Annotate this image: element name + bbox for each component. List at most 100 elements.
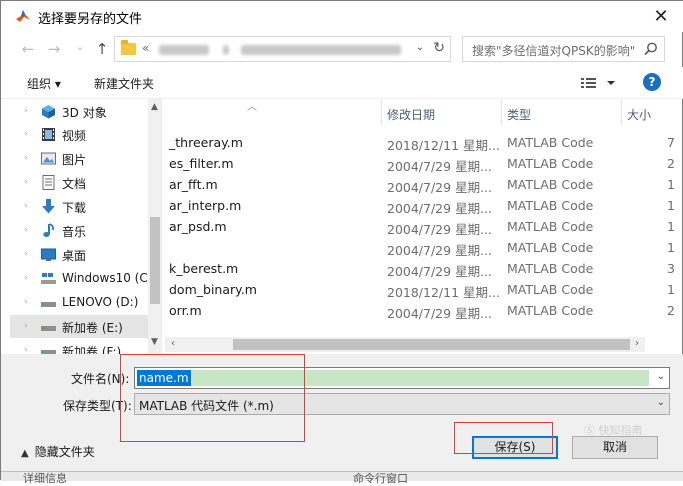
up-arrow-icon[interactable]: ↑ [93,40,111,58]
file-size: 1 [667,177,675,192]
file-row[interactable]: orr.m 2004/7/29 星期... MATLAB Code 2 [165,300,680,321]
file-row[interactable]: ar_psd.m 2004/7/29 星期... MATLAB Code 1 [165,216,680,237]
scroll-left-arrow-icon[interactable]: ‹ [171,338,175,349]
chevron-down-icon[interactable]: ⌄ [657,397,665,408]
pictures-icon [41,152,56,165]
hide-folders-label: 隐藏文件夹 [34,445,95,459]
chevron-down-icon[interactable]: ⌄ [657,371,665,382]
column-header-type[interactable]: 类型 [507,106,531,123]
view-options-icon[interactable] [581,75,617,91]
sidebar-item-drive-c[interactable]: › Windows10 (C: [10,267,152,290]
file-list-horizontal-scrollbar[interactable]: ‹ › [165,337,645,352]
sidebar-item-pictures[interactable]: › 图片 [10,147,148,170]
annotation-box [454,422,553,454]
file-row[interactable]: ar_interp.m 2004/7/29 星期... MATLAB Code … [165,195,680,216]
expand-chevron-icon[interactable]: › [24,249,28,259]
file-row[interactable]: k_berest.m 2004/7/29 星期... MATLAB Code 3 [165,258,680,279]
chevron-up-icon: ▲ [21,448,29,459]
sidebar-item-music[interactable]: › 音乐 [10,219,148,242]
new-folder-button[interactable]: 新建文件夹 [94,75,154,92]
watermark: Ⓢ 快知指南 [584,424,643,437]
file-row[interactable]: dom_binary.m 2018/12/11 星期... MATLAB Cod… [165,279,680,300]
sidebar-item-documents[interactable]: › 文档 [10,171,148,194]
column-header-size[interactable]: 大小 [627,106,651,123]
sidebar-item-label: 新加卷 (F:) [62,345,122,354]
chevron-down-icon[interactable]: ⌄ [416,42,424,53]
help-button[interactable]: ? [643,73,661,91]
file-type: MATLAB Code [507,303,594,318]
file-type: MATLAB Code [507,198,594,213]
back-arrow-icon[interactable]: ← [19,40,37,58]
sidebar-item-label: 文档 [62,177,87,191]
file-type: MATLAB Code [507,135,594,150]
expand-chevron-icon[interactable]: › [24,201,28,211]
file-date: 2004/7/29 星期... [387,159,492,174]
scroll-down-arrow-icon[interactable]: ▼ [151,337,158,347]
hide-folders-toggle[interactable]: ▲ 隐藏文件夹 [21,443,95,460]
sidebar-scrollbar[interactable]: ▲ ▼ [148,99,162,354]
file-name: ar_psd.m [169,219,227,234]
file-name: _threeray.m [169,135,243,150]
expand-chevron-icon[interactable]: › [24,273,28,283]
file-row[interactable]: 2004/7/29 星期... MATLAB Code 1 [165,237,680,258]
expand-chevron-icon[interactable]: › [24,225,28,235]
scroll-up-arrow-icon[interactable]: ▲ [151,102,158,112]
sidebar-item-label: 3D 对象 [62,106,107,120]
sidebar-item-drive-e[interactable]: › 新加卷 (E:) [10,315,148,338]
sidebar-item-downloads[interactable]: › 下载 [10,195,148,218]
file-size: 1 [667,198,675,213]
refresh-icon[interactable]: ↻ [433,40,445,56]
breadcrumb-overflow[interactable]: « [142,41,149,55]
file-row[interactable]: _threeray.m 2018/12/11 星期... MATLAB Code… [165,132,680,153]
save-file-dialog: 选择要另存的文件 ✕ ← → ⌄ ↑ « ⌄ ↻ 搜索"多径信道对QPSK的影响… [0,0,683,485]
file-row[interactable]: ar_fft.m 2004/7/29 星期... MATLAB Code 1 [165,174,680,195]
file-name: ar_fft.m [169,177,218,192]
expand-chevron-icon[interactable]: › [24,345,28,354]
sidebar-item-drive-d[interactable]: › LENOVO (D:) [10,291,148,314]
downloads-icon [42,199,55,214]
scroll-right-arrow-icon[interactable]: › [635,338,639,349]
file-date: 2004/7/29 星期... [387,201,492,216]
expand-chevron-icon[interactable]: › [24,129,28,139]
forward-arrow-icon[interactable]: → [45,40,63,58]
expand-chevron-icon[interactable]: › [24,177,28,187]
file-type: MATLAB Code [507,177,594,192]
expand-chevron-icon[interactable]: › [24,106,28,116]
search-icon[interactable] [643,41,659,57]
drive-icon [41,302,56,307]
expand-chevron-icon[interactable]: › [24,321,28,331]
column-header-date[interactable]: 修改日期 [387,106,435,123]
folder-icon [121,40,136,55]
file-date: 2004/7/29 星期... [387,306,492,321]
file-type: MATLAB Code [507,219,594,234]
column-divider[interactable] [621,99,622,125]
title-bar: 选择要另存的文件 ✕ [1,1,683,32]
sidebar-item-label: 音乐 [62,225,87,239]
sort-ascending-icon: ︿ [247,102,257,113]
expand-chevron-icon[interactable]: › [24,297,28,307]
file-date: 2018/12/11 星期... [387,138,500,153]
scrollbar-thumb[interactable] [150,217,160,304]
documents-icon [42,175,55,190]
recent-locations-icon[interactable]: ⌄ [71,38,89,56]
file-row[interactable]: es_filter.m 2004/7/29 星期... MATLAB Code … [165,153,680,174]
sidebar-item-videos[interactable]: › 视频 [10,123,148,146]
sidebar-item-3d-objects[interactable]: › 3D 对象 [10,100,148,123]
scrollbar-thumb[interactable] [233,339,630,350]
address-bar[interactable]: « ⌄ ↻ [114,36,451,62]
file-date: 2004/7/29 星期... [387,222,492,237]
column-divider[interactable] [501,99,502,125]
sidebar-item-drive-f[interactable]: › 新加卷 (F:) [10,339,148,354]
sidebar-item-desktop[interactable]: › 桌面 [10,243,148,266]
organize-button[interactable]: 组织 ▾ [27,75,61,92]
column-divider[interactable] [381,99,382,125]
file-size: 2 [667,156,675,171]
search-box[interactable]: 搜索"多径信道对QPSK的影响" [462,36,665,62]
close-button[interactable]: ✕ [646,3,676,29]
cancel-button[interactable]: 取消 [572,436,658,459]
file-size: 1 [667,282,675,297]
matlab-logo-icon [16,10,30,22]
file-name: ar_interp.m [169,198,242,213]
breadcrumb-blurred-current [241,45,401,55]
expand-chevron-icon[interactable]: › [24,153,28,163]
